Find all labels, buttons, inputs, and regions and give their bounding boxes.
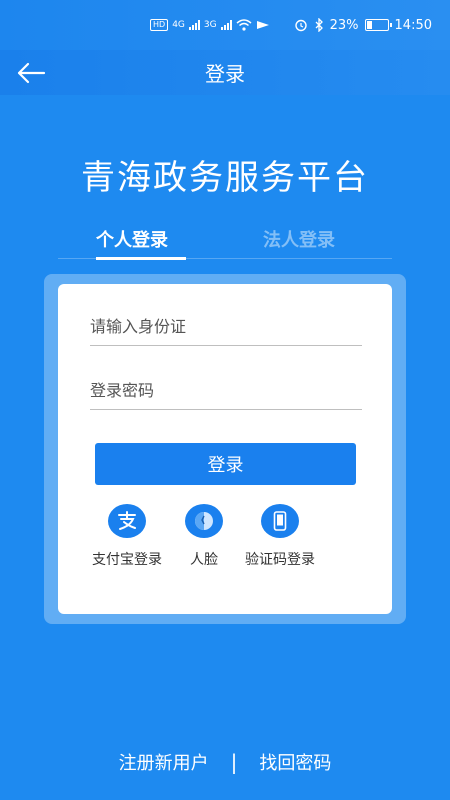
wifi-icon <box>236 19 252 31</box>
network-3g-label: 3G <box>203 20 217 30</box>
recover-password-link[interactable]: 找回密码 <box>259 749 331 775</box>
phone-icon <box>261 504 299 538</box>
platform-title: 青海政务服务平台 <box>81 158 369 198</box>
sms-code-login-label: 验证码登录 <box>245 552 315 568</box>
active-tab-indicator <box>96 257 186 260</box>
system-indicators: 23% 14:50 <box>294 14 432 36</box>
alipay-icon <box>108 504 146 538</box>
signal-icon <box>188 20 200 30</box>
network-indicators: HD 4G 3G <box>150 15 270 35</box>
bluetooth-icon <box>315 18 323 32</box>
page-title: 登录 <box>205 62 245 86</box>
tab-personal-login[interactable]: 个人登录 <box>96 226 168 252</box>
id-number-placeholder: 请输入身份证 <box>90 317 187 336</box>
sms-code-login-option[interactable]: 验证码登录 <box>235 504 325 572</box>
app-header: 登录 <box>0 50 450 95</box>
password-field[interactable]: 登录密码 <box>90 368 362 410</box>
login-card: 请输入身份证 登录密码 登录 支付宝登录 人脸 验证码登录 <box>58 284 392 614</box>
clock: 14:50 <box>394 17 432 33</box>
cast-icon <box>256 21 269 29</box>
battery-percent: 23% <box>329 17 359 33</box>
hd-badge: HD <box>150 19 169 31</box>
alarm-icon <box>294 19 307 32</box>
tab-legal-login[interactable]: 法人登录 <box>263 226 335 252</box>
register-link[interactable]: 注册新用户 <box>119 749 209 775</box>
footer-links: 注册新用户 | 找回密码 <box>0 748 450 776</box>
login-tabs: 个人登录 法人登录 <box>58 222 392 260</box>
signal-icon-2 <box>220 20 232 30</box>
password-placeholder: 登录密码 <box>90 381 155 400</box>
face-icon <box>185 504 223 538</box>
battery-icon <box>364 19 392 31</box>
id-number-field[interactable]: 请输入身份证 <box>90 304 362 346</box>
login-button[interactable]: 登录 <box>95 443 356 485</box>
footer-separator: | <box>230 750 238 774</box>
status-bar: HD 4G 3G 23% 14:50 <box>0 0 450 50</box>
network-4g-label: 4G <box>172 20 185 30</box>
